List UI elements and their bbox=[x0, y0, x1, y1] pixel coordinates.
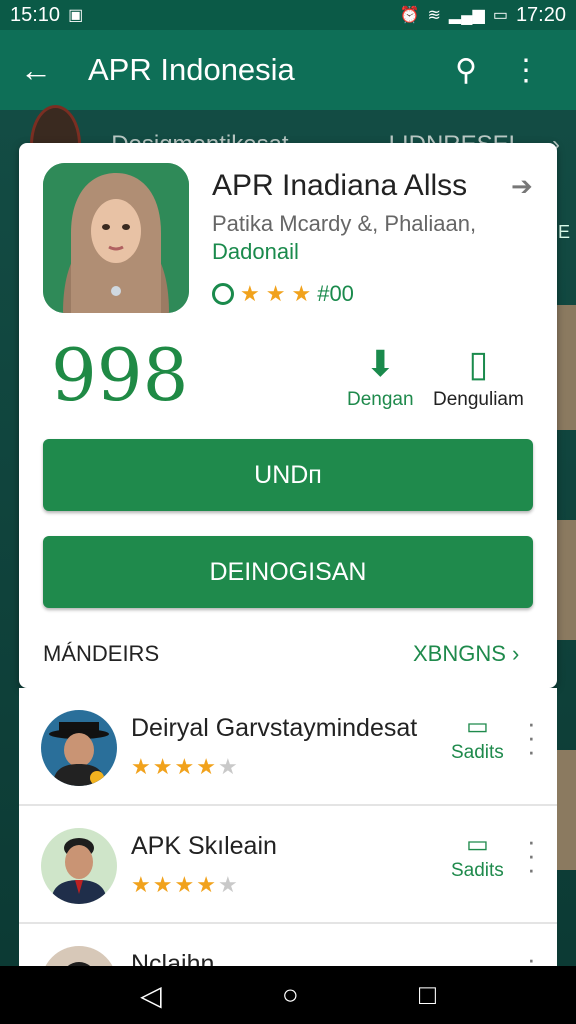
message-action-label: Sadits bbox=[451, 860, 504, 881]
section-link-label: XBNGNS bbox=[413, 641, 506, 666]
reviews-list: Deiryal Garvstaymindesat ★ ★ ★ ★ ★ ▭ Sad… bbox=[19, 688, 557, 966]
message-icon: ▭ bbox=[466, 831, 489, 858]
big-number: 998 bbox=[51, 333, 189, 417]
message-icon: ▭ bbox=[466, 713, 489, 740]
overflow-menu-icon[interactable]: ··· bbox=[527, 828, 536, 882]
primary-action-button[interactable]: UNDᴨ bbox=[43, 439, 533, 511]
list-item[interactable]: Nclaihn ··· bbox=[19, 924, 557, 966]
star-icon: ★ bbox=[196, 754, 216, 779]
battery-icon: ▭ bbox=[492, 7, 508, 24]
app-icon[interactable] bbox=[43, 163, 189, 313]
status-time-left: 15:10 bbox=[10, 3, 61, 26]
list-item[interactable]: APK Skıleain ★ ★ ★ ★ ★ ▭ Sadits · · · bbox=[19, 806, 557, 924]
overflow-menu-icon[interactable]: ··· bbox=[527, 946, 536, 966]
reviewer-name: Nclaihn bbox=[131, 950, 215, 966]
background-thumbnail bbox=[556, 520, 576, 640]
overflow-menu-icon[interactable]: ⋮ bbox=[496, 53, 556, 88]
star-icon: ★ bbox=[240, 281, 260, 306]
developer-category[interactable]: Dadonail bbox=[212, 239, 299, 265]
secondary-action-button[interactable]: DEINOGISAN bbox=[43, 536, 533, 608]
image-notification-icon: ▣ bbox=[68, 7, 84, 24]
download-stat[interactable]: ⬇ Dengan bbox=[347, 343, 414, 411]
section-link[interactable]: XBNGNS › bbox=[413, 641, 519, 667]
download-arrow-icon: ⬇ bbox=[365, 343, 396, 384]
share-arrow-icon[interactable]: ➔ bbox=[511, 171, 533, 202]
star-icon: ★ bbox=[152, 754, 173, 779]
message-action[interactable]: ▭ Sadits bbox=[451, 712, 504, 764]
tablet-stat[interactable]: ▯ Denguliam bbox=[433, 343, 524, 411]
app-bar: ← APR Indonesia ⚲ ⋮ bbox=[0, 30, 576, 110]
star-icon: ★ bbox=[217, 872, 238, 897]
avatar bbox=[41, 710, 117, 786]
app-bar-title: APR Indonesia bbox=[88, 52, 295, 87]
star-icon: ★ bbox=[265, 281, 286, 306]
avatar bbox=[41, 946, 117, 966]
wifi-icon: ≋ bbox=[427, 7, 441, 24]
background-thumbnail bbox=[556, 305, 576, 430]
tablet-icon: ▯ bbox=[468, 343, 489, 384]
back-arrow-icon[interactable]: ← bbox=[20, 52, 70, 89]
app-name: APR Inadiana Allss bbox=[212, 169, 468, 202]
chevron-right-icon: › bbox=[512, 641, 520, 666]
star-icon: ★ bbox=[131, 754, 151, 779]
nav-back-icon[interactable]: ◁ bbox=[140, 979, 162, 1012]
search-icon[interactable]: ⚲ bbox=[436, 53, 496, 88]
star-icon: ★ bbox=[174, 754, 195, 779]
list-item[interactable]: Deiryal Garvstaymindesat ★ ★ ★ ★ ★ ▭ Sad… bbox=[19, 688, 557, 806]
message-action-label: Sadits bbox=[451, 742, 504, 763]
star-icon: ★ bbox=[291, 281, 312, 306]
app-rating: ★ ★ ★ #00 bbox=[212, 281, 354, 307]
reviewer-rating: ★ ★ ★ ★ ★ bbox=[131, 754, 238, 780]
overflow-menu-icon[interactable]: ··· bbox=[527, 710, 536, 764]
star-icon: ★ bbox=[174, 872, 195, 897]
star-icon: ★ bbox=[152, 872, 173, 897]
reviewer-rating: ★ ★ ★ ★ ★ bbox=[131, 872, 238, 898]
navigation-bar: ◁ ○ □ bbox=[0, 966, 576, 1024]
stat1-label: Dengan bbox=[347, 389, 414, 410]
star-icon: ★ bbox=[131, 872, 151, 897]
nav-recents-icon[interactable]: □ bbox=[419, 979, 436, 1011]
rating-text: #00 bbox=[317, 281, 354, 306]
avatar bbox=[41, 828, 117, 904]
star-icon: ★ bbox=[217, 754, 238, 779]
stat2-label: Denguliam bbox=[433, 389, 524, 410]
developer-name[interactable]: Patika Mcardy &, Phaliaan, bbox=[212, 211, 476, 237]
message-action[interactable]: ▭ Sadits bbox=[451, 830, 504, 882]
nav-home-icon[interactable]: ○ bbox=[282, 979, 299, 1011]
status-bar: 15:10 ▣ ⏰ ≋ ▂▄▆ ▭ 17:20 bbox=[0, 0, 576, 30]
section-label: MÁNDEIRS bbox=[43, 641, 160, 666]
verified-badge-icon bbox=[212, 283, 234, 305]
reviewer-name: APK Skıleain bbox=[131, 832, 277, 860]
background-thumbnail bbox=[556, 750, 576, 870]
alarm-icon: ⏰ bbox=[399, 7, 420, 24]
signal-icon: ▂▄▆ bbox=[448, 7, 485, 24]
star-icon: ★ bbox=[196, 872, 216, 897]
reviewer-name: Deiryal Garvstaymindesat bbox=[131, 714, 418, 742]
background-edge-letter: E bbox=[558, 222, 571, 242]
status-time-right: 17:20 bbox=[515, 3, 566, 26]
app-card: APR Inadiana Allss ➔ Patika Mcardy &, Ph… bbox=[19, 143, 557, 688]
